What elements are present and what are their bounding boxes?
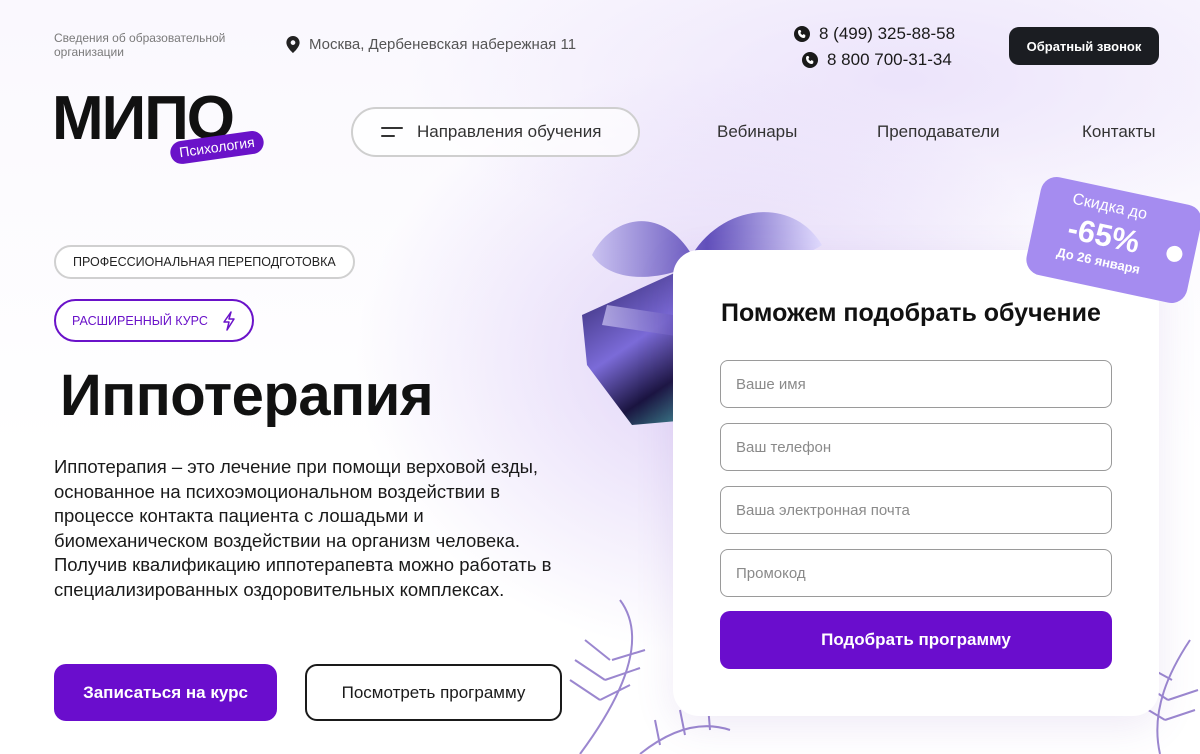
tag-professional-retraining: ПРОФЕССИОНАЛЬНАЯ ПЕРЕПОДГОТОВКА — [54, 245, 355, 279]
nav-directions-label: Направления обучения — [417, 122, 602, 141]
form-title: Поможем подобрать обучение — [721, 299, 1101, 327]
phone-row-1[interactable]: 8 (499) 325-88-58 — [794, 22, 955, 45]
page-title: Иппотерапия — [60, 363, 434, 428]
phone-number-1[interactable]: 8 (499) 325-88-58 — [819, 24, 955, 44]
phone-row-2[interactable]: 8 800 700-31-34 — [794, 48, 955, 71]
view-program-button[interactable]: Посмотреть программу — [305, 664, 562, 721]
tag-extended-course: РАСШИРЕННЫЙ КУРС — [54, 299, 254, 342]
enroll-button[interactable]: Записаться на курс — [54, 664, 277, 721]
callback-button[interactable]: Обратный звонок — [1009, 27, 1159, 65]
phone-icon — [802, 51, 818, 68]
phones: 8 (499) 325-88-58 8 800 700-31-34 — [794, 22, 955, 74]
find-program-button[interactable]: Подобрать программу — [720, 611, 1112, 669]
phone-number-2[interactable]: 8 800 700-31-34 — [827, 50, 952, 70]
tag-extended-label: РАСШИРЕННЫЙ КУРС — [72, 313, 208, 328]
address: Москва, Дербеневская набережная 11 — [286, 36, 576, 53]
nav-link-webinars[interactable]: Вебинары — [717, 122, 797, 142]
address-text: Москва, Дербеневская набережная 11 — [309, 36, 577, 53]
nav-link-teachers[interactable]: Преподаватели — [877, 122, 1000, 142]
course-description: Иппотерапия – это лечение при помощи вер… — [54, 456, 552, 600]
org-info-link[interactable]: Сведения об образовательной организации — [54, 31, 254, 59]
name-field[interactable] — [720, 360, 1112, 408]
location-pin-icon — [286, 36, 300, 53]
email-field[interactable] — [720, 486, 1112, 534]
consultation-form: Поможем подобрать обучение Подобрать про… — [673, 250, 1159, 716]
nav-directions-button[interactable]: Направления обучения — [351, 107, 640, 157]
menu-icon — [381, 127, 403, 137]
lightning-icon — [223, 310, 235, 331]
nav-link-contacts[interactable]: Контакты — [1082, 122, 1155, 142]
promo-code-field[interactable] — [720, 549, 1112, 597]
logo[interactable]: МИПО Психология — [52, 88, 282, 168]
phone-icon — [794, 25, 810, 42]
phone-field[interactable] — [720, 423, 1112, 471]
tag-hole — [1164, 244, 1184, 264]
